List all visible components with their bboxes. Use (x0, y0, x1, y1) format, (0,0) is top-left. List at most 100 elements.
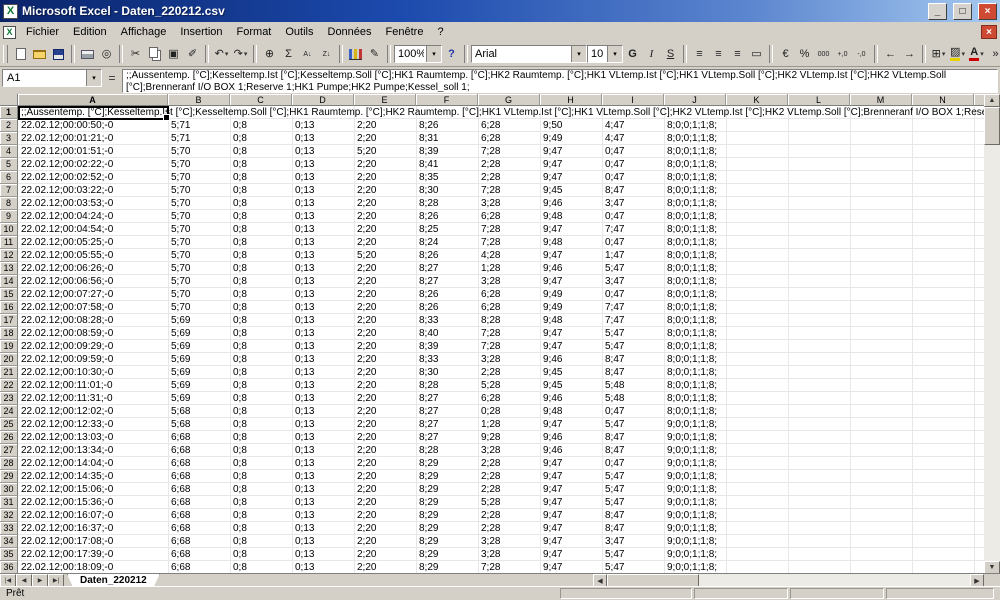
grid-cell[interactable]: 5;69 (168, 392, 230, 405)
grid-cell[interactable]: 22.02.12;00:14:35;-0 (18, 470, 168, 483)
grid-cell[interactable]: 2;20 (354, 158, 416, 171)
align-left-button[interactable]: ≡ (690, 44, 709, 64)
font-color-button[interactable]: A ▾ (967, 44, 986, 64)
grid-cell[interactable]: 22.02.12;00:09:59;-0 (18, 353, 168, 366)
grid-cell[interactable]: 22.02.12;00:16:07;-0 (18, 509, 168, 522)
increase-indent-button[interactable]: → (900, 44, 919, 64)
drawing-button[interactable]: ✎ (365, 44, 384, 64)
grid-cell[interactable]: 5;47 (602, 262, 664, 275)
column-header-j[interactable]: J (664, 94, 726, 106)
grid-cell[interactable]: 8;47 (602, 184, 664, 197)
open-button[interactable] (30, 44, 49, 64)
grid-cell[interactable]: 8;0;0;1;1;8; (664, 262, 726, 275)
grid-cell[interactable]: 0;13 (292, 249, 354, 262)
formula-input[interactable]: ;;Aussentemp. [°C];Kesseltemp.Ist [°C];K… (122, 69, 998, 93)
merge-center-button[interactable]: ▭ (747, 44, 766, 64)
grid-cell[interactable]: 8;41 (416, 158, 478, 171)
menu-insertion[interactable]: Insertion (173, 24, 229, 40)
grid-cell[interactable]: 22.02.12;00:01:51;-0 (18, 145, 168, 158)
edit-formula-icon[interactable]: = (105, 69, 119, 87)
grid-cell[interactable]: 8;33 (416, 314, 478, 327)
grid-cell[interactable]: 2;20 (354, 210, 416, 223)
menu-outils[interactable]: Outils (278, 24, 320, 40)
grid-cell[interactable]: 2;20 (354, 197, 416, 210)
grid-cell[interactable]: 0;8 (230, 418, 292, 431)
row-header-21[interactable]: 21 (0, 366, 18, 379)
grid-cell[interactable]: 0;8 (230, 444, 292, 457)
grid-cell[interactable]: 8;47 (602, 366, 664, 379)
row-header-17[interactable]: 17 (0, 314, 18, 327)
grid-cell[interactable]: 0;13 (292, 132, 354, 145)
borders-button-dropdown-icon[interactable]: ▾ (942, 50, 946, 58)
grid-cell[interactable]: 22.02.12;00:04:24;-0 (18, 210, 168, 223)
grid-cell[interactable]: 9;0;0;1;1;8; (664, 457, 726, 470)
grid-cell[interactable]: 6;68 (168, 561, 230, 574)
grid-cell[interactable]: 5;70 (168, 210, 230, 223)
row-header-24[interactable]: 24 (0, 405, 18, 418)
grid-cell[interactable]: 0;13 (292, 210, 354, 223)
grid-cell[interactable]: 2;20 (354, 353, 416, 366)
grid-cell[interactable]: 9;46 (540, 392, 602, 405)
grid-cell[interactable]: 0;13 (292, 262, 354, 275)
grid-cell[interactable]: 1;28 (478, 418, 540, 431)
grid-cell[interactable]: 8;0;0;1;1;8; (664, 275, 726, 288)
grid-cell[interactable]: 22.02.12;00:15:06;-0 (18, 483, 168, 496)
grid-cell[interactable]: 2;28 (478, 457, 540, 470)
grid-cell[interactable]: 5;48 (602, 392, 664, 405)
grid-cell[interactable]: 5;69 (168, 379, 230, 392)
fill-color-button-dropdown-icon[interactable]: ▾ (961, 50, 965, 58)
grid-cell[interactable]: 0;8 (230, 353, 292, 366)
grid-cell[interactable]: 22.02.12;00:05:55;-0 (18, 249, 168, 262)
grid-cell[interactable]: 6;28 (478, 132, 540, 145)
grid-cell[interactable]: 8;27 (416, 262, 478, 275)
grid-cell[interactable]: 8;0;0;1;1;8; (664, 249, 726, 262)
grid-cell[interactable]: 9;46 (540, 197, 602, 210)
grid-cell[interactable]: 9;0;0;1;1;8; (664, 535, 726, 548)
grid-cell[interactable]: 0;47 (602, 210, 664, 223)
grid-cell[interactable]: 0;8 (230, 236, 292, 249)
grid-cell[interactable]: 8;47 (602, 353, 664, 366)
column-header-c[interactable]: C (230, 94, 292, 106)
grid-cell[interactable]: 5;70 (168, 184, 230, 197)
paste-button[interactable]: ▣ (164, 44, 183, 64)
row-header-10[interactable]: 10 (0, 223, 18, 236)
grid-cell[interactable]: 0;13 (292, 197, 354, 210)
grid-cell[interactable]: 2;20 (354, 132, 416, 145)
row-header-5[interactable]: 5 (0, 158, 18, 171)
grid-cell[interactable]: 22.02.12;00:08:28;-0 (18, 314, 168, 327)
grid-cell[interactable]: 8;29 (416, 548, 478, 561)
grid-cell[interactable]: 2;20 (354, 379, 416, 392)
grid-cell[interactable]: 0;47 (602, 405, 664, 418)
grid-cell[interactable]: 2;20 (354, 301, 416, 314)
grid-cell[interactable]: 5;70 (168, 145, 230, 158)
grid-cell[interactable]: 8;29 (416, 483, 478, 496)
grid-cell[interactable]: 5;70 (168, 158, 230, 171)
grid-cell[interactable]: 0;8 (230, 509, 292, 522)
grid-cell[interactable]: 0;13 (292, 470, 354, 483)
grid-cell[interactable]: 9;47 (540, 457, 602, 470)
grid-cell[interactable]: 8;27 (416, 405, 478, 418)
grid-cell[interactable]: 8;0;0;1;1;8; (664, 132, 726, 145)
grid-cell[interactable]: 8;28 (416, 197, 478, 210)
column-header-l[interactable]: L (788, 94, 850, 106)
row-header-8[interactable]: 8 (0, 197, 18, 210)
grid-cell[interactable]: 0;8 (230, 548, 292, 561)
grid-cell[interactable]: 0;13 (292, 145, 354, 158)
save-button[interactable] (49, 44, 68, 64)
grid-cell[interactable]: 0;13 (292, 483, 354, 496)
grid-cell[interactable]: 8;26 (416, 210, 478, 223)
column-header-k[interactable]: K (726, 94, 788, 106)
grid-cell[interactable]: 9;47 (540, 496, 602, 509)
grid-cell[interactable]: 0;47 (602, 236, 664, 249)
grid-cell[interactable]: 9;0;0;1;1;8; (664, 470, 726, 483)
grid-cell[interactable]: 0;13 (292, 275, 354, 288)
grid-cell[interactable]: 8;24 (416, 236, 478, 249)
row-header-30[interactable]: 30 (0, 483, 18, 496)
grid-cell[interactable]: 2;20 (354, 314, 416, 327)
grid-cell[interactable]: 2;20 (354, 561, 416, 574)
grid-cell[interactable]: 0;8 (230, 132, 292, 145)
grid-cell[interactable]: 7;47 (602, 223, 664, 236)
column-header-f[interactable]: F (416, 94, 478, 106)
grid-cell[interactable]: 9;46 (540, 353, 602, 366)
grid-cell[interactable]: 9;47 (540, 535, 602, 548)
